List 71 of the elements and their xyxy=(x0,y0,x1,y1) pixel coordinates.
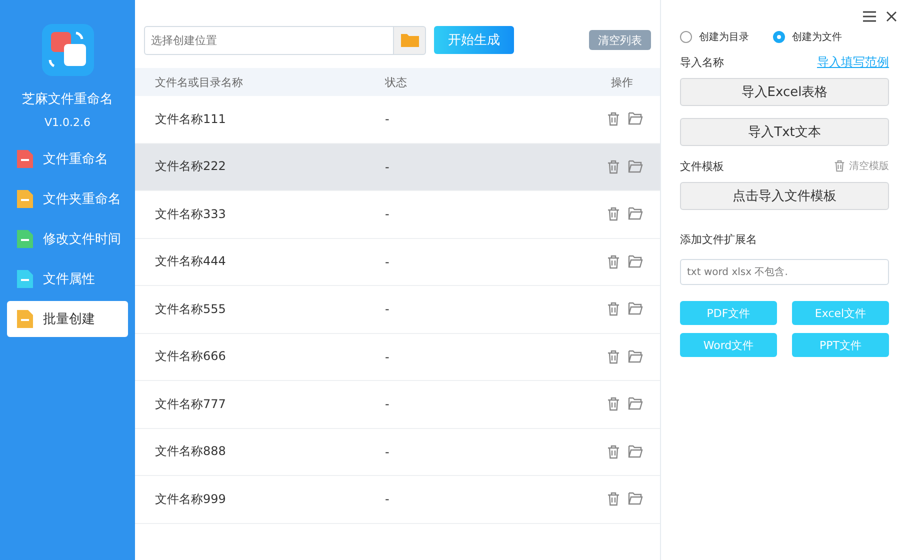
table-cell-text: - xyxy=(385,254,390,269)
table-cell-text: - xyxy=(385,397,390,412)
table-cell-text: - xyxy=(385,302,390,316)
app-logo-icon xyxy=(42,24,94,76)
file-icon xyxy=(15,268,35,290)
file-icon xyxy=(15,228,35,250)
table-cell-text: - xyxy=(385,112,390,126)
folder-icon[interactable] xyxy=(628,160,643,173)
table-cell-text: - xyxy=(385,492,390,506)
table-cell-text: - xyxy=(385,160,390,174)
table-cell-text: - xyxy=(385,207,390,222)
table-row[interactable]: 文件名称999 - xyxy=(135,476,660,524)
column-header: 状态 xyxy=(385,74,408,90)
table-row[interactable]: 文件名称555 - xyxy=(135,286,660,334)
column-header: 操作 xyxy=(610,74,634,90)
trash-icon[interactable] xyxy=(607,207,620,222)
section-label: 添加文件扩展名 xyxy=(680,232,758,247)
section-label: 文件模板 xyxy=(680,158,724,174)
folder-icon[interactable] xyxy=(628,350,643,363)
table-row[interactable]: 文件名称777 - xyxy=(135,381,660,428)
folder-icon[interactable] xyxy=(628,397,643,410)
folder-icon[interactable] xyxy=(628,207,643,220)
menu-icon[interactable] xyxy=(863,10,876,22)
table-cell-text: 文件名称999 xyxy=(154,490,227,508)
import-button[interactable]: 导入Txt文本 xyxy=(680,118,889,146)
file-icon xyxy=(15,188,35,210)
table-cell-text: 文件名称111 xyxy=(154,110,227,128)
column-header: 文件名或目录名称 xyxy=(154,74,244,90)
trash-icon[interactable] xyxy=(607,112,620,126)
close-icon[interactable] xyxy=(886,10,897,22)
app-version: V1.0.2.6 xyxy=(44,116,90,129)
trash-icon[interactable] xyxy=(607,160,620,174)
trash-icon[interactable] xyxy=(607,492,620,506)
folder-icon[interactable] xyxy=(628,112,643,126)
browse-button[interactable] xyxy=(394,26,426,54)
trash-icon[interactable] xyxy=(607,302,620,316)
table-row[interactable]: 文件名称888 - xyxy=(135,428,660,476)
trash-icon[interactable] xyxy=(607,350,620,364)
table-row[interactable]: 文件名称444 - xyxy=(135,238,660,286)
table-cell-text: 文件名称222 xyxy=(154,158,227,176)
table-cell-text: 文件名称777 xyxy=(154,396,227,413)
import-button[interactable]: 导入Excel表格 xyxy=(680,78,889,106)
file-icon xyxy=(15,308,35,330)
import-template-button[interactable]: 点击导入文件模板 xyxy=(680,182,889,210)
location-field[interactable]: 选择创建位置 xyxy=(144,26,394,54)
table-cell-text: 文件名称333 xyxy=(154,206,227,223)
radio-option[interactable]: 创建为文件 xyxy=(773,30,842,44)
folder-icon xyxy=(400,32,420,48)
table-cell-text: 文件名称444 xyxy=(154,253,227,270)
table-row[interactable]: 文件名称222 - xyxy=(135,144,660,191)
file-icon xyxy=(15,148,35,170)
table-row[interactable]: 文件名称666 - xyxy=(135,334,660,381)
extension-field[interactable]: txt word xlsx 不包含. xyxy=(680,259,889,285)
folder-icon[interactable] xyxy=(628,302,643,316)
table-cell-text: 文件名称555 xyxy=(154,300,227,318)
trash-icon[interactable] xyxy=(607,444,620,459)
trash-icon[interactable] xyxy=(607,254,620,269)
table-cell-text: - xyxy=(385,350,390,364)
table-cell-text: 文件名称888 xyxy=(154,443,227,460)
radio-option[interactable]: 创建为目录 xyxy=(680,30,749,44)
table-row[interactable]: 文件名称333 - xyxy=(135,191,660,238)
section-label: 导入名称 xyxy=(680,54,724,70)
table-cell-text: 文件名称666 xyxy=(154,348,227,366)
sidebar-item[interactable]: 批量创建 xyxy=(7,301,128,337)
app-name: 芝麻文件重命名 xyxy=(22,91,113,108)
folder-icon[interactable] xyxy=(628,254,643,268)
trash-icon[interactable] xyxy=(607,397,620,412)
folder-icon[interactable] xyxy=(628,444,643,458)
trash-icon xyxy=(834,160,845,172)
table-cell-text: - xyxy=(385,444,390,459)
folder-icon[interactable] xyxy=(628,492,643,506)
